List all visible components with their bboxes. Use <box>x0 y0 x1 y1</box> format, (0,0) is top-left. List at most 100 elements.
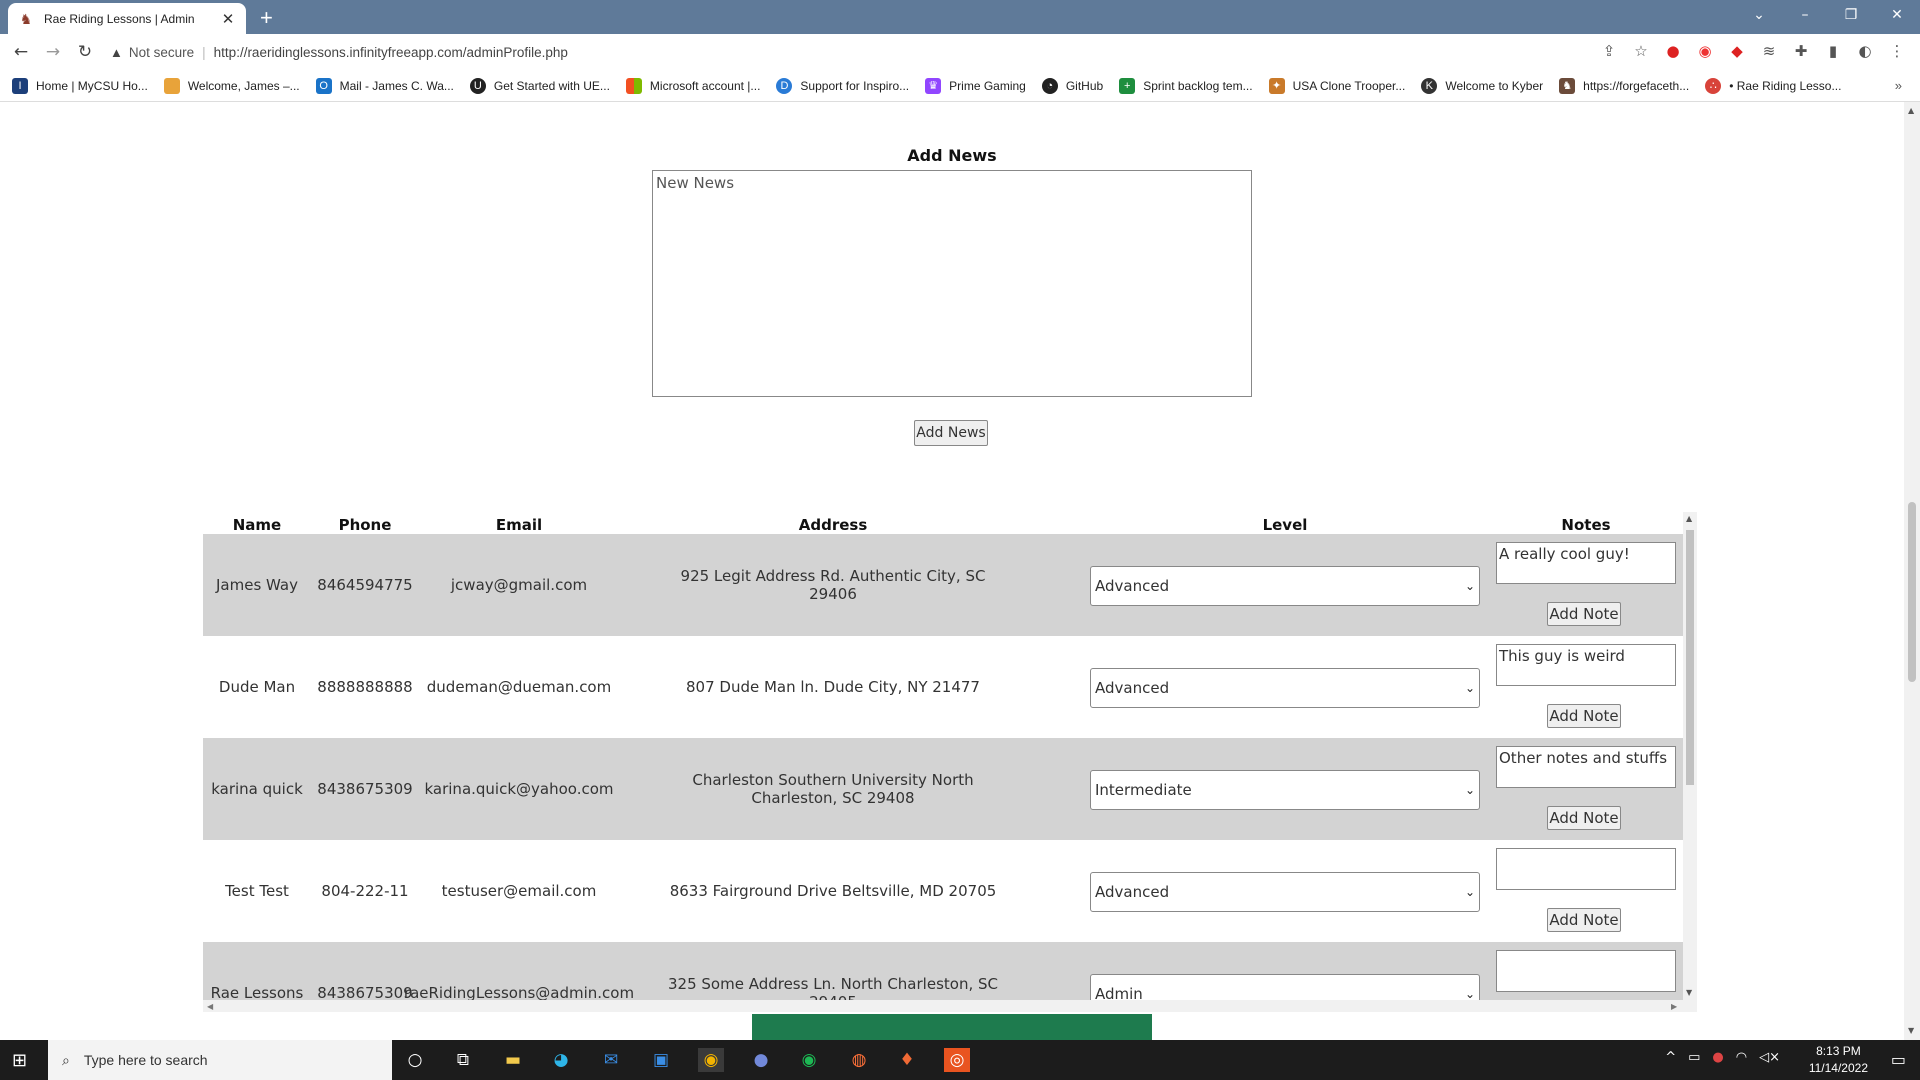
bookmark-label: Microsoft account |... <box>649 78 761 93</box>
taskbar-search-box[interactable]: ⌕ Type here to search <box>48 1040 392 1080</box>
warning-icon: ▲ <box>110 44 123 60</box>
table-scroll-thumb[interactable] <box>1686 530 1694 785</box>
menu-kebab-icon[interactable]: ⋮ <box>1888 42 1906 60</box>
taskbar-clock[interactable]: 8:13 PM 11/14/2022 <box>1809 1043 1868 1077</box>
wifi-icon[interactable]: ◠ <box>1736 1050 1747 1065</box>
cell-phone: 8888888888 <box>317 678 413 696</box>
side-panel-icon[interactable]: ▮ <box>1824 42 1842 60</box>
bookmark-label: USA Clone Trooper... <box>1292 78 1406 93</box>
spotify-icon[interactable]: ◉ <box>796 1048 822 1072</box>
add-note-button[interactable]: Add Note <box>1547 704 1621 728</box>
browser-tab[interactable]: ♞ Rae Riding Lessons | Admin ✕ <box>8 3 246 34</box>
extension-wave-icon[interactable]: ≋ <box>1760 42 1778 60</box>
scroll-right-icon[interactable]: ▶ <box>1671 1002 1677 1011</box>
url-text[interactable]: http://raeridinglessons.infinityfreeapp.… <box>214 45 568 60</box>
note-textarea[interactable] <box>1496 848 1676 890</box>
bookmark-item[interactable]: Microsoft account |... <box>625 77 761 94</box>
back-arrow-icon[interactable]: ← <box>10 42 32 62</box>
bookmark-item[interactable]: + Sprint backlog tem... <box>1119 77 1253 94</box>
note-textarea[interactable] <box>1496 950 1676 992</box>
level-select[interactable]: Advanced ⌄ <box>1090 566 1480 606</box>
reload-icon[interactable]: ↻ <box>74 42 96 62</box>
mail-icon[interactable]: ✉ <box>598 1048 624 1072</box>
bookmark-item[interactable]: I Home | MyCSU Ho... <box>12 77 148 94</box>
discord-icon[interactable]: ● <box>748 1048 774 1072</box>
note-textarea[interactable]: Other notes and stuffs <box>1496 746 1676 788</box>
bookmark-item[interactable]: ◔ GitHub <box>1041 77 1103 94</box>
page-vertical-scrollbar[interactable]: ▲ ▼ <box>1904 102 1920 1040</box>
level-selected-value: Advanced <box>1095 679 1170 697</box>
profile-avatar-icon[interactable]: ◐ <box>1856 42 1874 60</box>
tray-app-icon[interactable]: ● <box>1712 1050 1723 1065</box>
extension-red-icon[interactable]: ● <box>1664 42 1682 60</box>
add-note-button[interactable]: Add Note <box>1547 602 1621 626</box>
bookmark-item[interactable]: ♛ Prime Gaming <box>925 77 1026 94</box>
column-header-email: Email <box>495 516 543 534</box>
level-selected-value: Intermediate <box>1095 781 1192 799</box>
table-horizontal-scrollbar[interactable]: ◀ ▶ <box>203 1000 1697 1012</box>
omnibox-divider: | <box>202 44 206 60</box>
column-header-phone: Phone <box>338 516 392 534</box>
table-vertical-scrollbar[interactable]: ▲ ▼ <box>1683 512 1697 1000</box>
close-window-icon[interactable]: ✕ <box>1874 0 1920 30</box>
windows-start-icon[interactable]: ⊞ <box>12 1050 27 1071</box>
edge-icon[interactable]: ◕ <box>548 1048 574 1072</box>
page-scroll-thumb[interactable] <box>1908 502 1916 682</box>
battery-icon[interactable]: ▭ <box>1688 1050 1700 1065</box>
bookmark-item[interactable]: D Support for Inspiro... <box>776 77 909 94</box>
firefox-icon[interactable]: ◍ <box>846 1048 872 1072</box>
bookmark-item[interactable]: U Get Started with UE... <box>469 77 610 94</box>
bookmark-star-icon[interactable]: ☆ <box>1632 42 1650 60</box>
bookmark-label: Welcome, James –... <box>187 78 300 93</box>
add-news-button[interactable]: Add News <box>914 420 988 446</box>
column-header-notes: Notes <box>1561 516 1611 534</box>
minimize-icon[interactable]: – <box>1782 0 1828 30</box>
level-select[interactable]: Advanced ⌄ <box>1090 668 1480 708</box>
cortana-icon[interactable]: ○ <box>402 1048 428 1072</box>
extension-shield-icon[interactable]: ◉ <box>1696 42 1714 60</box>
scroll-up-icon[interactable]: ▲ <box>1686 514 1692 523</box>
close-tab-icon[interactable]: ✕ <box>220 10 236 28</box>
bookmark-item[interactable]: ✦ USA Clone Trooper... <box>1268 77 1406 94</box>
scroll-left-icon[interactable]: ◀ <box>207 1002 213 1011</box>
extension-lastpass-icon[interactable]: ◆ <box>1728 42 1746 60</box>
file-explorer-icon[interactable]: ▬ <box>500 1048 526 1072</box>
tray-overflow-icon[interactable]: ^ <box>1665 1050 1676 1065</box>
share-icon[interactable]: ⇪ <box>1600 42 1618 60</box>
bookmark-item[interactable]: ∴ • Rae Riding Lesso... <box>1705 77 1841 94</box>
note-textarea[interactable]: A really cool guy! <box>1496 542 1676 584</box>
news-textarea[interactable]: New News <box>652 170 1252 397</box>
new-tab-button[interactable]: + <box>260 5 273 31</box>
cell-name: karina quick <box>211 780 303 798</box>
bookmark-item[interactable]: ♞ https://forgefaceth... <box>1559 77 1689 94</box>
scroll-down-icon[interactable]: ▼ <box>1686 988 1692 997</box>
restore-icon[interactable]: ❐ <box>1828 0 1874 30</box>
add-note-button[interactable]: Add Note <box>1547 908 1621 932</box>
level-select[interactable]: Intermediate ⌄ <box>1090 770 1480 810</box>
bookmark-item[interactable]: O Mail - James C. Wa... <box>315 77 454 94</box>
rae-riding-favicon-icon: ♞ <box>19 10 33 27</box>
bookmark-item[interactable]: K Welcome to Kyber <box>1421 77 1543 94</box>
chrome-icon[interactable]: ◉ <box>698 1048 724 1072</box>
page-scroll-up-icon[interactable]: ▲ <box>1908 106 1914 115</box>
cell-name: James Way <box>216 576 298 594</box>
add-note-button[interactable]: Add Note <box>1547 806 1621 830</box>
column-header-address: Address <box>798 516 868 534</box>
store-icon[interactable]: ▣ <box>648 1048 674 1072</box>
level-select[interactable]: Advanced ⌄ <box>1090 872 1480 912</box>
notifications-icon[interactable]: ▭ <box>1891 1050 1906 1069</box>
address-bar[interactable]: ▲ Not secure | http://raeridinglessons.i… <box>110 37 1650 67</box>
volume-muted-icon[interactable]: ◁× <box>1759 1050 1780 1065</box>
task-view-icon[interactable]: ⧉ <box>450 1048 476 1072</box>
tab-search-chevron-icon[interactable]: ⌄ <box>1736 0 1782 30</box>
bookmark-item[interactable]: Welcome, James –... <box>163 77 300 94</box>
forward-arrow-icon[interactable]: → <box>42 42 64 62</box>
cell-address: 807 Dude Man ln. Dude City, NY 21477 <box>686 678 980 696</box>
note-textarea[interactable]: This guy is weird <box>1496 644 1676 686</box>
ubuntu-icon[interactable]: ◎ <box>944 1048 970 1072</box>
extensions-puzzle-icon[interactable]: ✚ <box>1792 42 1810 60</box>
clock-date: 11/14/2022 <box>1808 1061 1868 1075</box>
app-flame-icon[interactable]: ♦ <box>894 1048 920 1072</box>
bookmarks-overflow-icon[interactable]: » <box>1895 78 1902 93</box>
page-scroll-down-icon[interactable]: ▼ <box>1908 1026 1914 1035</box>
